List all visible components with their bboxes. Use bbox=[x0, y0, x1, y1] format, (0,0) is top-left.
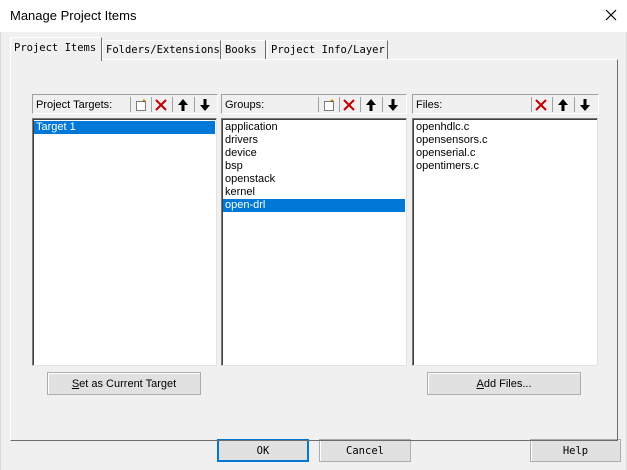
button-label: Cancel bbox=[346, 444, 384, 457]
move-down-arrow-icon bbox=[200, 98, 210, 111]
targets-list[interactable]: Target 1 bbox=[32, 118, 217, 366]
groups-header: Groups: bbox=[221, 94, 407, 114]
list-item[interactable]: device bbox=[223, 147, 405, 160]
add-files-button[interactable]: Add Files... bbox=[427, 372, 581, 395]
window-title: Manage Project Items bbox=[10, 8, 137, 23]
list-item[interactable]: openserial.c bbox=[414, 147, 596, 160]
toolbar-separator bbox=[574, 97, 575, 112]
list-item[interactable]: Target 1 bbox=[34, 121, 215, 134]
button-label: Set as Current Target bbox=[72, 378, 176, 390]
toolbar-separator bbox=[318, 97, 319, 112]
tab-panel: Project Targets: Target 1 Groups: applic… bbox=[10, 59, 618, 441]
tab-folders-extensions[interactable]: Folders/Extensions bbox=[102, 40, 221, 60]
list-item[interactable]: open-drl bbox=[223, 199, 405, 212]
list-item[interactable]: openhdlc.c bbox=[414, 121, 596, 134]
list-item[interactable]: bsp bbox=[223, 160, 405, 173]
tab-label: Folders/Extensions bbox=[106, 44, 220, 56]
files-list[interactable]: openhdlc.c opensensors.c openserial.c op… bbox=[412, 118, 598, 366]
button-label: Add Files... bbox=[476, 378, 531, 390]
set-current-target-button[interactable]: Set as Current Target bbox=[47, 372, 201, 395]
tab-books[interactable]: Books bbox=[221, 40, 266, 60]
tab-label: Project Items bbox=[14, 42, 97, 54]
dialog-client: Project Items Folders/Extensions Books P… bbox=[0, 32, 627, 470]
delete-group-button[interactable] bbox=[340, 96, 358, 113]
new-group-button[interactable] bbox=[320, 96, 338, 113]
close-button[interactable] bbox=[595, 0, 627, 30]
toolbar-separator bbox=[172, 97, 173, 112]
delete-x-icon bbox=[155, 98, 167, 111]
list-item[interactable]: kernel bbox=[223, 186, 405, 199]
toolbar-separator bbox=[382, 97, 383, 112]
targets-header-label: Project Targets: bbox=[36, 99, 113, 111]
list-item[interactable]: openstack bbox=[223, 173, 405, 186]
move-group-down-button[interactable] bbox=[384, 96, 402, 113]
files-header: Files: bbox=[412, 94, 599, 114]
move-down-arrow-icon bbox=[388, 98, 398, 111]
list-item[interactable]: opensensors.c bbox=[414, 134, 596, 147]
accelerator-key: A bbox=[476, 377, 484, 390]
tab-label: Books bbox=[225, 44, 257, 56]
move-target-down-button[interactable] bbox=[196, 96, 214, 113]
button-label-rest: dd Files... bbox=[483, 377, 532, 390]
tab-project-info-layer[interactable]: Project Info/Layer bbox=[267, 40, 388, 60]
new-item-icon bbox=[324, 98, 334, 111]
list-item[interactable]: application bbox=[223, 121, 405, 134]
move-target-up-button[interactable] bbox=[174, 96, 192, 113]
delete-file-button[interactable] bbox=[532, 96, 550, 113]
new-item-icon bbox=[136, 98, 146, 111]
groups-list[interactable]: application drivers device bsp openstack… bbox=[221, 118, 407, 366]
tab-project-items[interactable]: Project Items bbox=[10, 37, 102, 61]
new-target-button[interactable] bbox=[132, 96, 150, 113]
delete-target-button[interactable] bbox=[152, 96, 170, 113]
toolbar-separator bbox=[360, 97, 361, 112]
toolbar-separator bbox=[552, 97, 553, 112]
list-item[interactable]: drivers bbox=[223, 134, 405, 147]
button-label: Help bbox=[562, 444, 589, 457]
cancel-button[interactable]: Cancel bbox=[319, 439, 411, 462]
move-file-up-button[interactable] bbox=[554, 96, 572, 113]
move-down-arrow-icon bbox=[580, 98, 590, 111]
toolbar-separator bbox=[194, 97, 195, 112]
list-item[interactable]: opentimers.c bbox=[414, 160, 596, 173]
groups-header-label: Groups: bbox=[225, 99, 265, 111]
move-group-up-button[interactable] bbox=[362, 96, 380, 113]
button-label: OK bbox=[256, 444, 270, 457]
delete-x-icon bbox=[535, 98, 547, 111]
toolbar-separator bbox=[130, 97, 131, 112]
button-label-rest: et as Current Target bbox=[79, 377, 177, 390]
move-up-arrow-icon bbox=[558, 98, 568, 111]
move-up-arrow-icon bbox=[366, 98, 376, 111]
tab-label: Project Info/Layer bbox=[271, 44, 385, 56]
targets-header: Project Targets: bbox=[32, 94, 218, 114]
files-header-label: Files: bbox=[416, 99, 443, 111]
title-bar: Manage Project Items bbox=[0, 0, 627, 32]
move-up-arrow-icon bbox=[178, 98, 188, 111]
delete-x-icon bbox=[343, 98, 355, 111]
help-button[interactable]: Help bbox=[530, 439, 621, 462]
ok-button[interactable]: OK bbox=[217, 439, 309, 462]
close-icon bbox=[605, 9, 617, 21]
move-file-down-button[interactable] bbox=[576, 96, 594, 113]
